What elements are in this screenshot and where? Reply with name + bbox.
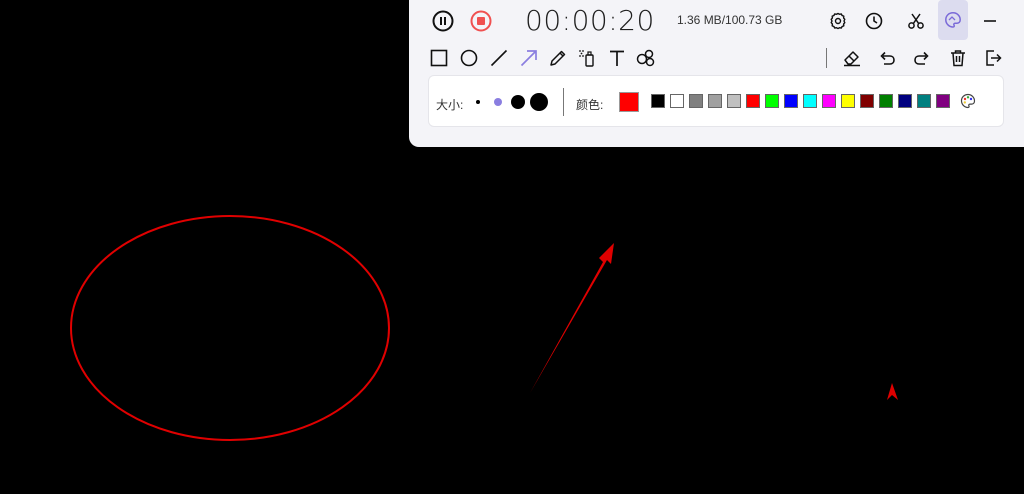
- gear-icon: [830, 12, 846, 30]
- redo-button[interactable]: [907, 43, 937, 73]
- color-swatch[interactable]: [841, 94, 855, 108]
- text-tool[interactable]: [602, 43, 632, 73]
- rectangle-tool[interactable]: [424, 43, 454, 73]
- eraser-icon: [844, 51, 860, 67]
- settings-button[interactable]: [823, 6, 853, 36]
- brush-settings-box: 大小: 颜色:: [428, 75, 1004, 127]
- pencil-tool[interactable]: [543, 43, 573, 73]
- arrow-tool[interactable]: [514, 43, 544, 73]
- screenshot-cut-button[interactable]: [901, 6, 931, 36]
- size-label: 大小:: [436, 98, 464, 112]
- color-swatch[interactable]: [689, 94, 703, 108]
- exit-icon: [986, 50, 1002, 66]
- color-swatch[interactable]: [746, 94, 760, 108]
- size-option-xs[interactable]: [476, 100, 480, 104]
- color-swatch[interactable]: [822, 94, 836, 108]
- palette-icon: [945, 12, 961, 28]
- color-label: 颜色:: [576, 98, 604, 112]
- spray-icon: [579, 50, 594, 67]
- arrow-icon: [520, 50, 537, 67]
- recording-timer: 00:00:20: [525, 4, 655, 37]
- size-option-large[interactable]: [530, 93, 548, 111]
- storage-usage: 1.36 MB/100.73 GB: [677, 13, 783, 27]
- color-swatch[interactable]: [727, 94, 741, 108]
- settings-divider: [563, 88, 564, 116]
- color-swatch[interactable]: [879, 94, 893, 108]
- schedule-button[interactable]: [859, 6, 889, 36]
- exit-annotation-button[interactable]: [978, 43, 1008, 73]
- pause-icon: [432, 10, 454, 32]
- stop-button[interactable]: [466, 6, 496, 36]
- screen-recorder-toolbar: 00:00:20 1.36 MB/100.73 GB 大小: 颜色:: [409, 0, 1024, 147]
- color-swatch[interactable]: [936, 94, 950, 108]
- line-tool[interactable]: [484, 43, 514, 73]
- tools-divider: [826, 48, 827, 68]
- custom-color-button[interactable]: [960, 93, 976, 114]
- drawn-small-arrowhead: [887, 383, 898, 400]
- color-swatch[interactable]: [670, 94, 684, 108]
- current-color-swatch[interactable]: [619, 92, 639, 112]
- ellipse-tool[interactable]: [454, 43, 484, 73]
- blur-icon: [636, 49, 655, 67]
- mosaic-tool[interactable]: [631, 43, 661, 73]
- drawing-tools-row: [409, 42, 1024, 74]
- text-icon: [610, 50, 624, 66]
- color-palette-icon: [960, 93, 976, 109]
- spray-tool[interactable]: [572, 43, 602, 73]
- annotation-toggle-button[interactable]: [938, 0, 968, 40]
- color-swatch[interactable]: [860, 94, 874, 108]
- pencil-icon: [550, 50, 566, 66]
- pause-button[interactable]: [428, 6, 458, 36]
- color-swatch[interactable]: [708, 94, 722, 108]
- color-swatch[interactable]: [898, 94, 912, 108]
- trash-icon: [951, 50, 965, 67]
- undo-button[interactable]: [872, 43, 902, 73]
- recorder-controls-row: 00:00:20 1.36 MB/100.73 GB: [409, 0, 1024, 40]
- stop-icon: [470, 10, 492, 32]
- clear-button[interactable]: [943, 43, 973, 73]
- color-swatch[interactable]: [765, 94, 779, 108]
- minimize-icon: [984, 20, 996, 22]
- size-option-small[interactable]: [494, 98, 502, 106]
- clock-icon: [865, 12, 883, 30]
- eraser-tool[interactable]: [837, 43, 867, 73]
- minimize-button[interactable]: [975, 6, 1005, 36]
- scissors-icon: [908, 13, 924, 29]
- color-swatch[interactable]: [803, 94, 817, 108]
- color-swatch[interactable]: [784, 94, 798, 108]
- circle-icon: [460, 49, 478, 67]
- color-swatch[interactable]: [917, 94, 931, 108]
- undo-icon: [880, 51, 895, 65]
- line-icon: [490, 49, 508, 67]
- rectangle-icon: [430, 49, 448, 67]
- redo-icon: [914, 51, 929, 65]
- drawn-ellipse: [70, 215, 390, 441]
- size-option-medium[interactable]: [511, 95, 525, 109]
- color-swatch[interactable]: [651, 94, 665, 108]
- drawn-arrow: [530, 243, 614, 393]
